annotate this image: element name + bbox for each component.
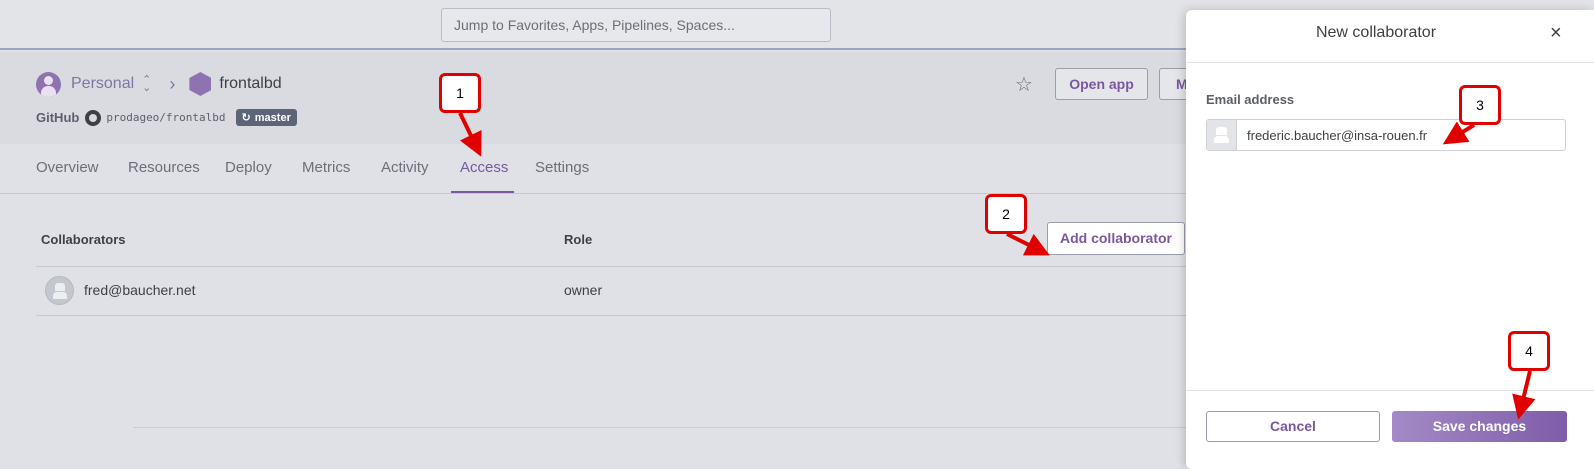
new-collaborator-modal: New collaborator × Email address Cancel … xyxy=(1186,10,1594,469)
divider xyxy=(133,427,1186,428)
user-icon xyxy=(1207,120,1237,150)
collaborator-email: fred@baucher.net xyxy=(84,282,196,298)
tab-metrics[interactable]: Metrics xyxy=(302,159,350,176)
updown-chevron-icon[interactable]: ⌃ ⌄ xyxy=(142,75,151,94)
search-input[interactable]: Jump to Favorites, Apps, Pipelines, Spac… xyxy=(441,8,831,42)
branch-name: master xyxy=(254,111,291,124)
user-avatar-icon xyxy=(36,71,61,97)
open-app-button[interactable]: Open app xyxy=(1055,68,1148,100)
collaborator-role: owner xyxy=(564,282,603,298)
callout-2: 2 xyxy=(985,194,1027,234)
tab-activity[interactable]: Activity xyxy=(381,159,429,176)
breadcrumb: Personal ⌃ ⌄ › frontalbd xyxy=(36,71,282,97)
app-hexagon-icon xyxy=(189,72,212,96)
github-label: GitHub xyxy=(36,110,80,125)
callout-4: 4 xyxy=(1508,331,1550,371)
chevron-right-icon: › xyxy=(169,73,176,94)
tab-deploy[interactable]: Deploy xyxy=(225,159,272,176)
star-icon[interactable]: ☆ xyxy=(1015,72,1033,97)
branch-badge: ↻ master xyxy=(235,109,297,126)
sync-icon: ↻ xyxy=(241,112,251,124)
github-icon xyxy=(85,109,102,126)
add-collaborator-button[interactable]: Add collaborator xyxy=(1047,222,1185,255)
collaborator-avatar-icon xyxy=(45,276,74,305)
table-row-divider xyxy=(36,315,1186,316)
tab-overview[interactable]: Overview xyxy=(36,159,99,176)
email-field[interactable] xyxy=(1237,120,1565,150)
table-header-divider xyxy=(36,266,1186,267)
tab-resources[interactable]: Resources xyxy=(128,159,200,176)
modal-title: New collaborator xyxy=(1315,24,1437,41)
github-connection: GitHub prodageo/frontalbd ↻ master xyxy=(36,109,297,126)
role-header: Role xyxy=(564,232,593,247)
arrow-2 xyxy=(1006,232,1050,256)
active-tab-indicator xyxy=(451,191,514,193)
repo-link[interactable]: prodageo/frontalbd xyxy=(106,111,225,124)
cancel-button[interactable]: Cancel xyxy=(1206,411,1380,442)
callout-3: 3 xyxy=(1459,85,1501,125)
modal-footer-divider xyxy=(1186,390,1594,391)
email-label: Email address xyxy=(1206,92,1295,107)
modal-header-divider xyxy=(1186,62,1594,63)
close-icon[interactable]: × xyxy=(1550,22,1562,45)
callout-1: 1 xyxy=(439,73,481,113)
collaborators-header: Collaborators xyxy=(41,232,126,247)
tab-access[interactable]: Access xyxy=(460,159,508,176)
team-switcher[interactable]: Personal xyxy=(71,75,134,93)
save-changes-button[interactable]: Save changes xyxy=(1392,411,1567,442)
tab-settings[interactable]: Settings xyxy=(535,159,589,176)
app-name: frontalbd xyxy=(219,75,282,92)
email-field-wrapper xyxy=(1206,119,1566,151)
